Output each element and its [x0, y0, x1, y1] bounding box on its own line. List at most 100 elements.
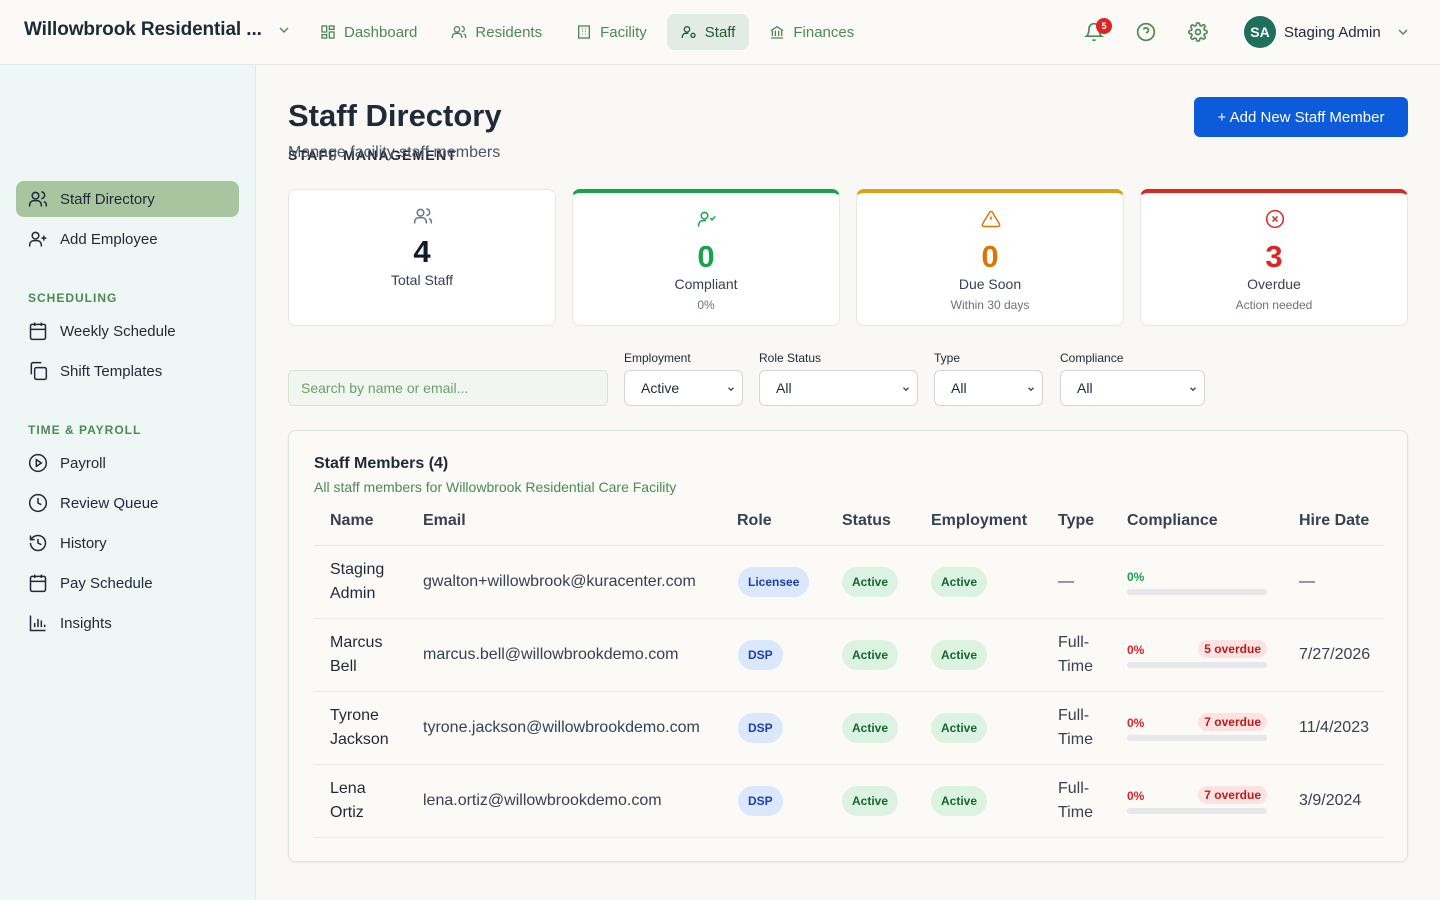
stat-card-total: 4 Total Staff: [288, 189, 556, 326]
sidebar-item-insights[interactable]: Insights: [16, 605, 239, 641]
column-header-type[interactable]: Type: [1058, 512, 1094, 530]
facility-name: Willowbrook Residential ...: [24, 19, 262, 40]
chevron-down-icon: [1028, 387, 1034, 392]
type-text: —: [1058, 573, 1074, 590]
stat-sub: Within 30 days: [950, 298, 1030, 312]
nav-staff[interactable]: Staff: [666, 14, 750, 50]
compliance-cell: 0% 7 overdue: [1127, 765, 1267, 837]
sidebar-item-weekly-schedule[interactable]: Weekly Schedule: [16, 313, 239, 349]
employment-badge: Active: [931, 640, 988, 670]
sidebar-item-shift-templates[interactable]: Shift Templates: [16, 353, 239, 389]
staff-name-cell: Staging Admin: [330, 546, 410, 618]
table-row[interactable]: Tyrone Jackson tyrone.jackson@willowbroo…: [314, 692, 1384, 765]
warning-icon: [981, 210, 1001, 228]
staff-first-name: Tyrone: [330, 707, 379, 724]
type-text: Full-: [1058, 707, 1090, 724]
building-icon: [578, 25, 591, 39]
nav-facility[interactable]: Facility: [562, 14, 661, 50]
staff-name-cell: Marcus Bell: [330, 619, 410, 691]
table-row[interactable]: Lena Ortiz lena.ortiz@willowbrookdemo.co…: [314, 765, 1384, 838]
search-input[interactable]: [288, 370, 608, 406]
sidebar-item-staff-directory[interactable]: Staff Directory: [16, 181, 239, 217]
select-value: All: [1077, 380, 1093, 396]
staff-first-name: Marcus: [330, 634, 383, 651]
type-cell: Full- Time: [1058, 619, 1093, 691]
nav-dashboard[interactable]: Dashboard: [306, 14, 431, 50]
nav-label: Staff: [704, 23, 736, 41]
stat-value: 3: [1265, 239, 1283, 274]
settings-button[interactable]: [1186, 18, 1210, 46]
sidebar-item-label: Shift Templates: [60, 362, 163, 380]
staff-email: tyrone.jackson@willowbrookdemo.com: [423, 719, 700, 736]
table-row[interactable]: Staging Admin gwalton+willowbrook@kurace…: [314, 546, 1384, 619]
avatar: SA: [1244, 16, 1276, 48]
employment-filter-select[interactable]: Active: [624, 370, 743, 406]
stat-label: Due Soon: [958, 276, 1022, 292]
compliance-cell: 0% 5 overdue: [1127, 619, 1267, 691]
stat-sub: 0%: [697, 298, 715, 312]
staff-last-name: Jackson: [330, 731, 389, 748]
stat-value: 0: [697, 239, 715, 274]
stat-value: 4: [413, 234, 431, 269]
column-header-email[interactable]: Email: [423, 512, 466, 530]
compliance-progress-bar: [1127, 808, 1267, 814]
user-cog-icon: [681, 26, 696, 38]
employment-badge: Active: [931, 713, 988, 743]
user-menu[interactable]: SA Staging Admin: [1244, 16, 1411, 48]
type-text-2: Time: [1058, 658, 1093, 675]
staff-first-name: Staging: [330, 561, 385, 578]
sidebar-item-pay-schedule[interactable]: Pay Schedule: [16, 565, 239, 601]
compliance-cell: 0%: [1127, 546, 1267, 618]
play-circle-icon: [28, 453, 48, 473]
stat-card-compliant: 0 Compliant 0%: [572, 189, 840, 326]
role-status-filter-select[interactable]: All: [759, 370, 918, 406]
type-filter-select[interactable]: All: [934, 370, 1043, 406]
header-actions: 5: [1082, 18, 1210, 46]
add-staff-button[interactable]: + Add New Staff Member: [1194, 97, 1408, 137]
table-row[interactable]: Marcus Bell marcus.bell@willowbrookdemo.…: [314, 619, 1384, 692]
sidebar-item-payroll[interactable]: Payroll: [16, 445, 239, 481]
page-title: Staff Directory: [288, 98, 502, 133]
column-header-name[interactable]: Name: [330, 512, 374, 530]
history-icon: [29, 534, 47, 552]
column-header-hire-date[interactable]: Hire Date: [1299, 512, 1369, 530]
sidebar-item-history[interactable]: History: [16, 525, 239, 561]
sidebar-item-add-employee[interactable]: Add Employee: [16, 221, 239, 257]
facility-switcher[interactable]: Willowbrook Residential ...: [24, 19, 292, 41]
staff-name-cell: Lena Ortiz: [330, 765, 410, 837]
column-header-compliance[interactable]: Compliance: [1127, 512, 1218, 530]
sidebar-section-payroll: TIME & PAYROLL: [28, 423, 142, 437]
type-text-2: Time: [1058, 804, 1093, 821]
column-header-status[interactable]: Status: [842, 512, 891, 530]
overdue-badge: 5 overdue: [1198, 640, 1267, 658]
staff-first-name: Lena: [330, 780, 366, 797]
user-name: Staging Admin: [1284, 23, 1381, 41]
select-value: Active: [641, 380, 680, 396]
nav-label: Dashboard: [344, 23, 418, 41]
role-badge: DSP: [738, 640, 783, 670]
nav-residents[interactable]: Residents: [437, 14, 556, 50]
sidebar-item-label: Payroll: [60, 454, 106, 472]
employment-badge: Active: [931, 786, 988, 816]
role-badge: DSP: [738, 713, 783, 743]
compliance-filter-select[interactable]: All: [1060, 370, 1205, 406]
type-text: Full-: [1058, 780, 1090, 797]
type-cell: Full- Time: [1058, 765, 1093, 837]
hire-date: 3/9/2024: [1299, 792, 1362, 809]
staff-email: lena.ortiz@willowbrookdemo.com: [423, 792, 662, 809]
notification-count-badge: 5: [1096, 18, 1112, 34]
stat-card-due-soon: 0 Due Soon Within 30 days: [856, 189, 1124, 326]
overdue-badge: 7 overdue: [1198, 713, 1267, 731]
staff-table-card: Staff Members (4) All staff members for …: [288, 430, 1408, 862]
help-button[interactable]: [1134, 18, 1158, 46]
column-header-employment[interactable]: Employment: [931, 512, 1027, 530]
notifications-button[interactable]: 5: [1082, 18, 1112, 46]
help-circle-icon: [1136, 22, 1156, 42]
nav-finances[interactable]: Finances: [755, 14, 868, 50]
type-cell: —: [1058, 546, 1074, 618]
hire-date: —: [1299, 573, 1315, 590]
sidebar-item-review-queue[interactable]: Review Queue: [16, 485, 239, 521]
column-header-role[interactable]: Role: [737, 512, 772, 530]
compliance-filter-label: Compliance: [1060, 351, 1124, 365]
sidebar-item-label: Pay Schedule: [60, 574, 153, 592]
